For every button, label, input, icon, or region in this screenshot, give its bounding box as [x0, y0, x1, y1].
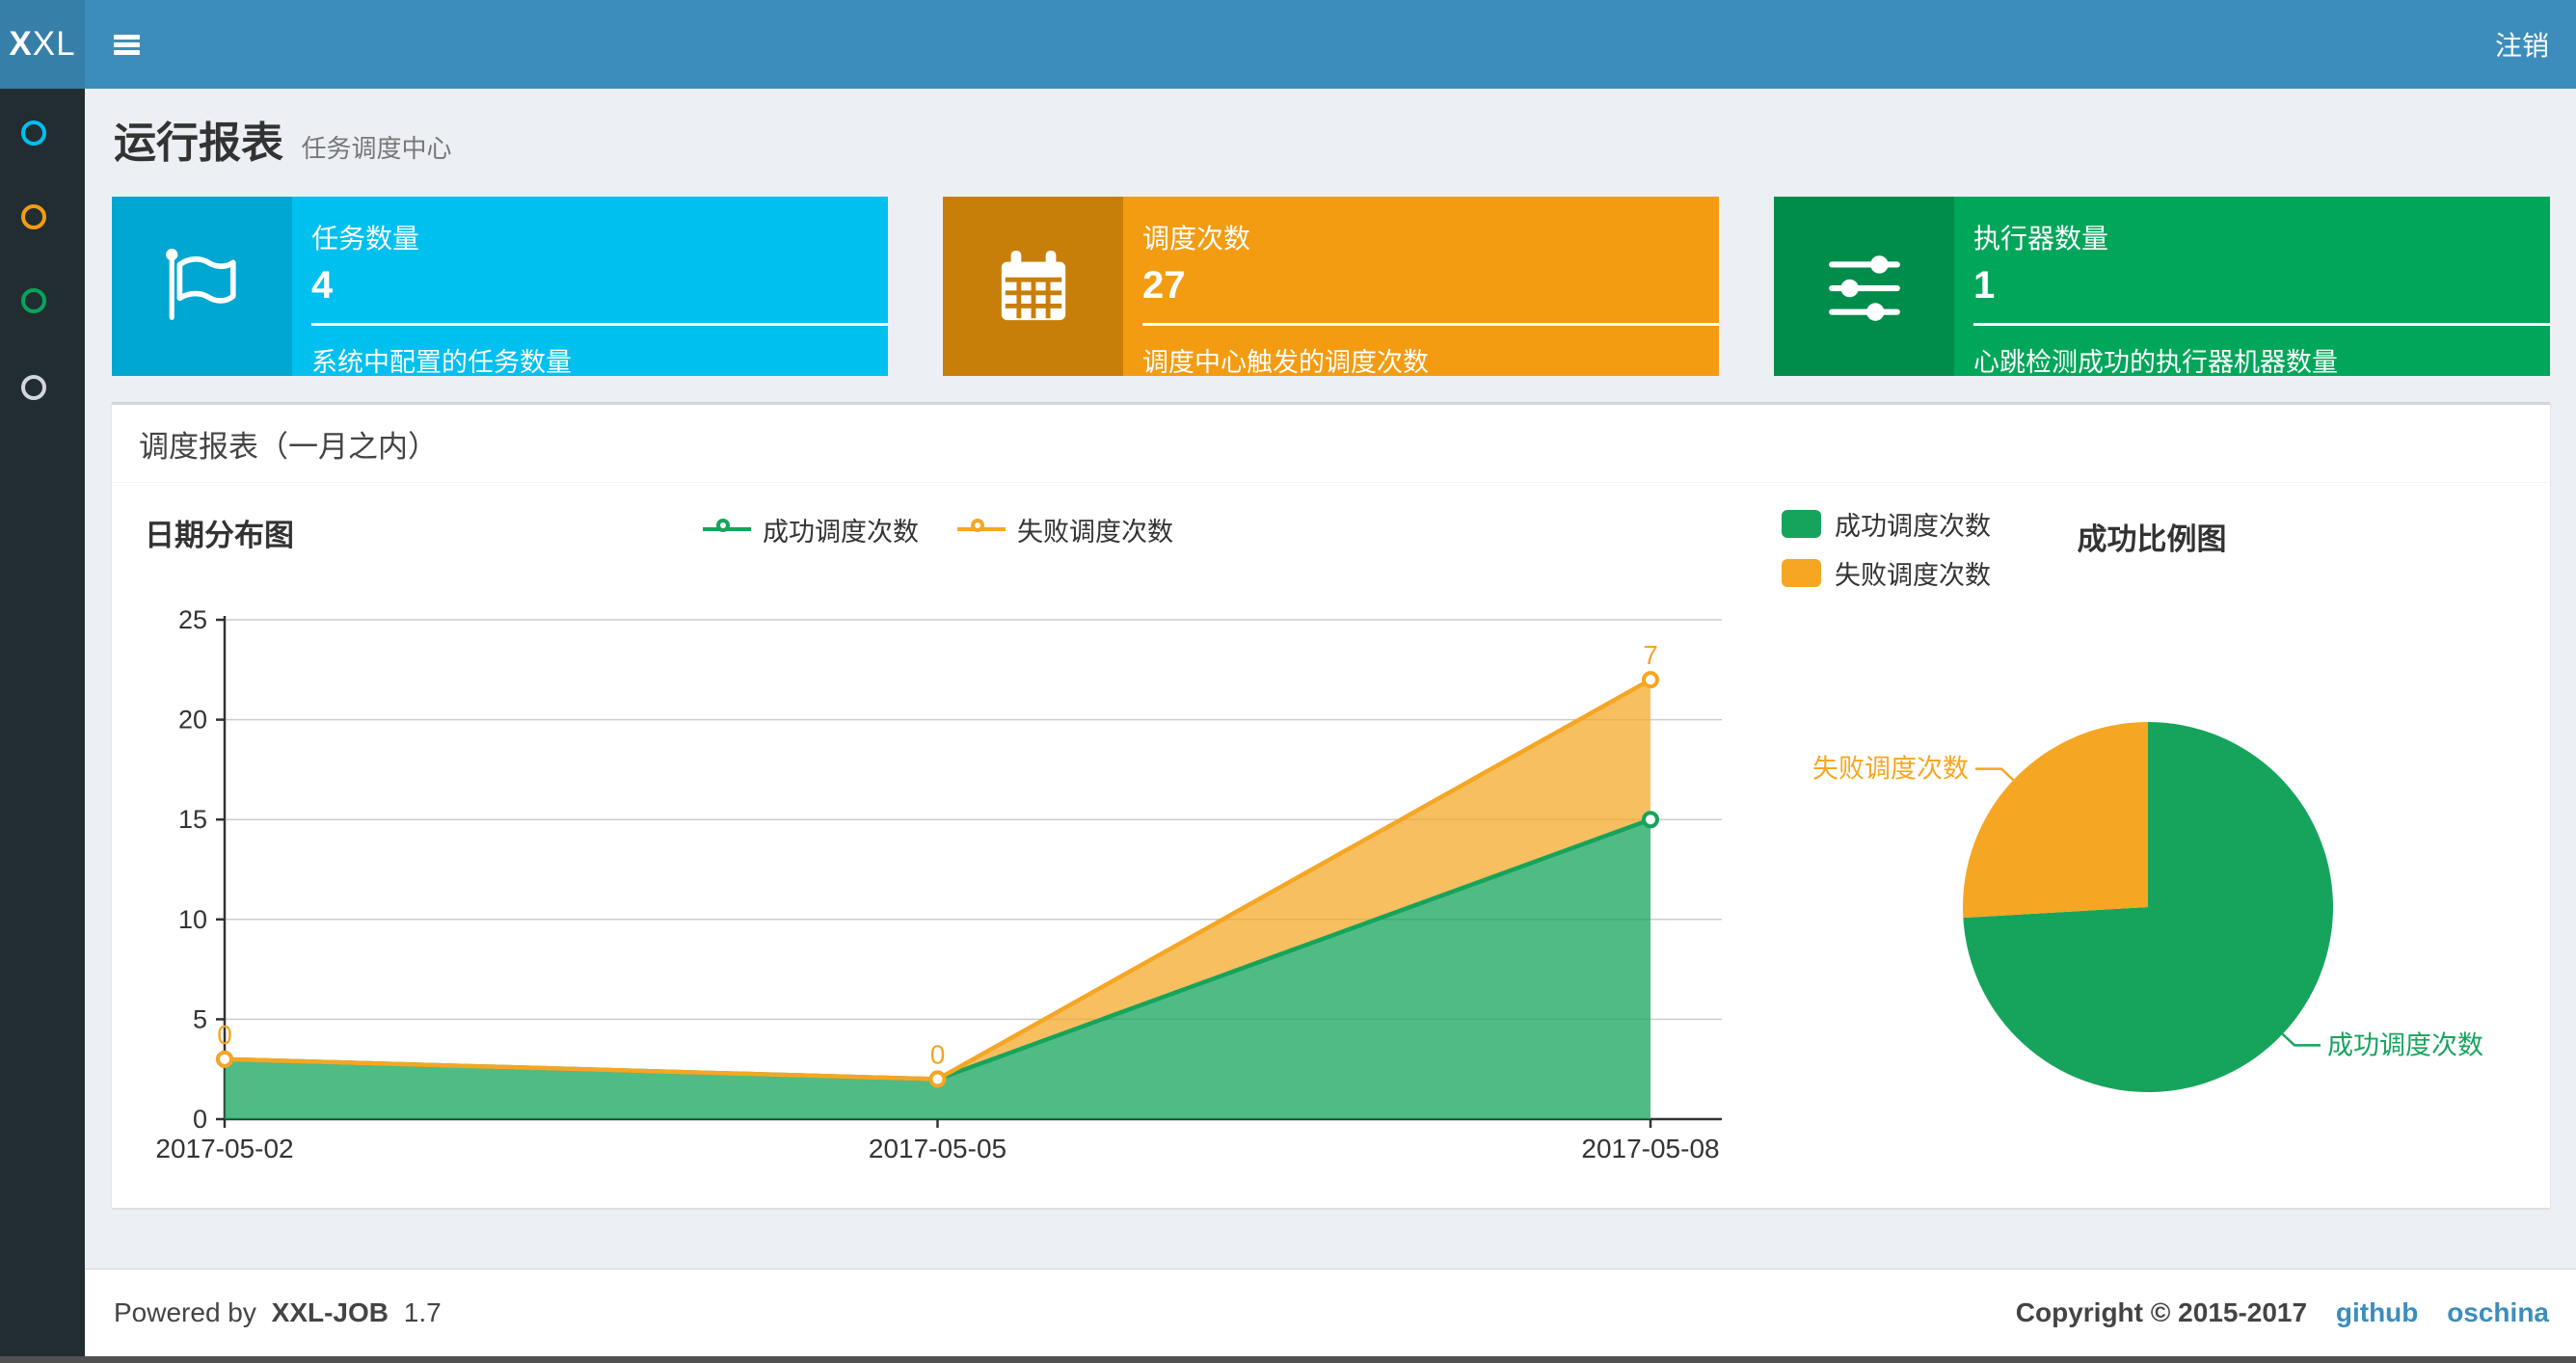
y-axis-tick-label: 20 [178, 706, 207, 735]
info-box-description: 心跳检测成功的执行器机器数量 [1973, 348, 2338, 377]
pie-chart-legend: 成功调度次数 失败调度次数 [1782, 505, 1991, 592]
info-box-description: 调度中心触发的调度次数 [1142, 348, 1429, 377]
info-box-jobs: 任务数量 4 系统中配置的任务数量 [112, 197, 888, 377]
legend-item-失败调度次数[interactable]: 失败调度次数 [957, 511, 1173, 548]
info-box-executors: 执行器数量 1 心跳检测成功的执行器机器数量 [1774, 197, 2550, 377]
logo-text: XL [32, 25, 76, 63]
sidebar-item-2[interactable] [21, 204, 46, 229]
pie-callout-label: 成功调度次数 [2327, 1030, 2483, 1059]
fail-data-point [216, 1050, 233, 1068]
x-axis-tick-label: 2017-05-08 [1581, 1134, 1719, 1163]
fail-data-point [1642, 671, 1659, 689]
info-box-value: 27 [1142, 264, 1186, 307]
sidebar-item-4[interactable] [21, 375, 46, 400]
pie-slice-失败调度次数 [1963, 722, 2148, 919]
hamburger-icon [114, 35, 140, 55]
window-bottom-edge [0, 1356, 2576, 1363]
legend-label: 成功调度次数 [763, 518, 919, 547]
footer-powered-by: Powered by XXL-JOB 1.7 [114, 1297, 442, 1328]
legend-line-marker [703, 519, 751, 541]
x-axis-tick-label: 2017-05-02 [155, 1134, 293, 1163]
pie-callout-label: 失败调度次数 [1812, 755, 1969, 784]
fail-data-point [928, 1070, 947, 1088]
info-box-value: 4 [311, 264, 334, 307]
page-footer: Powered by XXL-JOB 1.7 Copyright © 2015-… [85, 1269, 2576, 1356]
calendar-icon [943, 197, 1123, 376]
pie-legend-item-失败调度次数[interactable]: 失败调度次数 [1782, 554, 1991, 592]
logo-text-bold: X [9, 25, 33, 63]
data-point-label: 0 [217, 1020, 232, 1050]
logout-link[interactable]: 注销 [2468, 0, 2576, 89]
circle-icon [21, 120, 46, 146]
info-box-value: 1 [1973, 264, 1996, 307]
sliders-icon [1774, 197, 1954, 376]
legend-label: 失败调度次数 [1017, 518, 1173, 547]
y-axis-tick-label: 5 [193, 1004, 207, 1033]
github-link[interactable]: github [2336, 1297, 2419, 1327]
page-subtitle: 任务调度中心 [301, 134, 452, 163]
y-axis-tick-label: 25 [178, 605, 207, 634]
info-box-label: 调度次数 [1142, 224, 1251, 254]
legend-item-成功调度次数[interactable]: 成功调度次数 [703, 511, 919, 548]
oschina-link[interactable]: oschina [2447, 1297, 2549, 1327]
info-box-label: 执行器数量 [1973, 224, 2109, 254]
report-panel-title: 调度报表（一月之内） [139, 429, 438, 464]
info-box-content: 调度次数 27 调度中心触发的调度次数 [1123, 197, 1719, 377]
line-chart-legend: 成功调度次数 失败调度次数 [225, 511, 1651, 548]
app-logo[interactable]: X XL [0, 0, 85, 89]
info-box-divider [1142, 323, 1719, 326]
pie-chart-title: 成功比例图 [2077, 522, 2227, 556]
pie-legend-item-成功调度次数[interactable]: 成功调度次数 [1782, 505, 1991, 543]
info-box-description: 系统中配置的任务数量 [311, 348, 572, 377]
legend-line-marker [957, 519, 1006, 541]
sidebar [0, 89, 85, 1356]
legend-label: 成功调度次数 [1835, 512, 1991, 541]
info-box-label: 任务数量 [311, 224, 420, 254]
page-header: 运行报表 任务调度中心 [114, 108, 451, 170]
data-point-label: 7 [1643, 640, 1658, 670]
legend-label: 失败调度次数 [1835, 561, 1991, 590]
x-axis-tick-label: 2017-05-05 [869, 1134, 1006, 1163]
y-axis-tick-label: 15 [178, 805, 207, 834]
info-box-divider [1973, 323, 2550, 326]
copyright-text: Copyright © 2015-2017 [2015, 1297, 2308, 1327]
product-name: XXL-JOB [271, 1297, 389, 1327]
circle-icon [21, 204, 46, 229]
sidebar-toggle-button[interactable] [85, 0, 160, 89]
sidebar-item-1[interactable] [21, 120, 46, 146]
top-navbar: X XL 注销 [0, 0, 2576, 89]
success-data-point [1642, 811, 1659, 829]
report-panel-header: 调度报表（一月之内） [112, 405, 2550, 483]
success-ratio-pie-chart: 成功调度次数 失败调度次数 [1812, 722, 2483, 1092]
legend-swatch [1782, 559, 1821, 587]
flag-icon [112, 197, 292, 376]
info-box-divider [311, 323, 888, 326]
y-axis-tick-label: 10 [178, 905, 207, 934]
info-box-content: 执行器数量 1 心跳检测成功的执行器机器数量 [1954, 197, 2550, 377]
footer-copyright: Copyright © 2015-2017 github oschina [2016, 1297, 2549, 1328]
powered-prefix: Powered by [114, 1297, 256, 1327]
info-box-content: 任务数量 4 系统中配置的任务数量 [292, 197, 888, 377]
product-version: 1.7 [403, 1297, 442, 1327]
data-point-label: 0 [930, 1040, 946, 1070]
legend-swatch [1782, 510, 1821, 538]
date-distribution-chart: 05101520252017-05-02 2017-05-05 2017-05-08… [155, 605, 1722, 1163]
info-box-triggers: 调度次数 27 调度中心触发的调度次数 [943, 197, 1719, 377]
page-title: 运行报表 [114, 120, 283, 167]
y-axis-tick-label: 0 [193, 1105, 207, 1134]
circle-icon [21, 288, 46, 313]
sidebar-item-3[interactable] [21, 288, 46, 313]
circle-icon [21, 375, 46, 400]
